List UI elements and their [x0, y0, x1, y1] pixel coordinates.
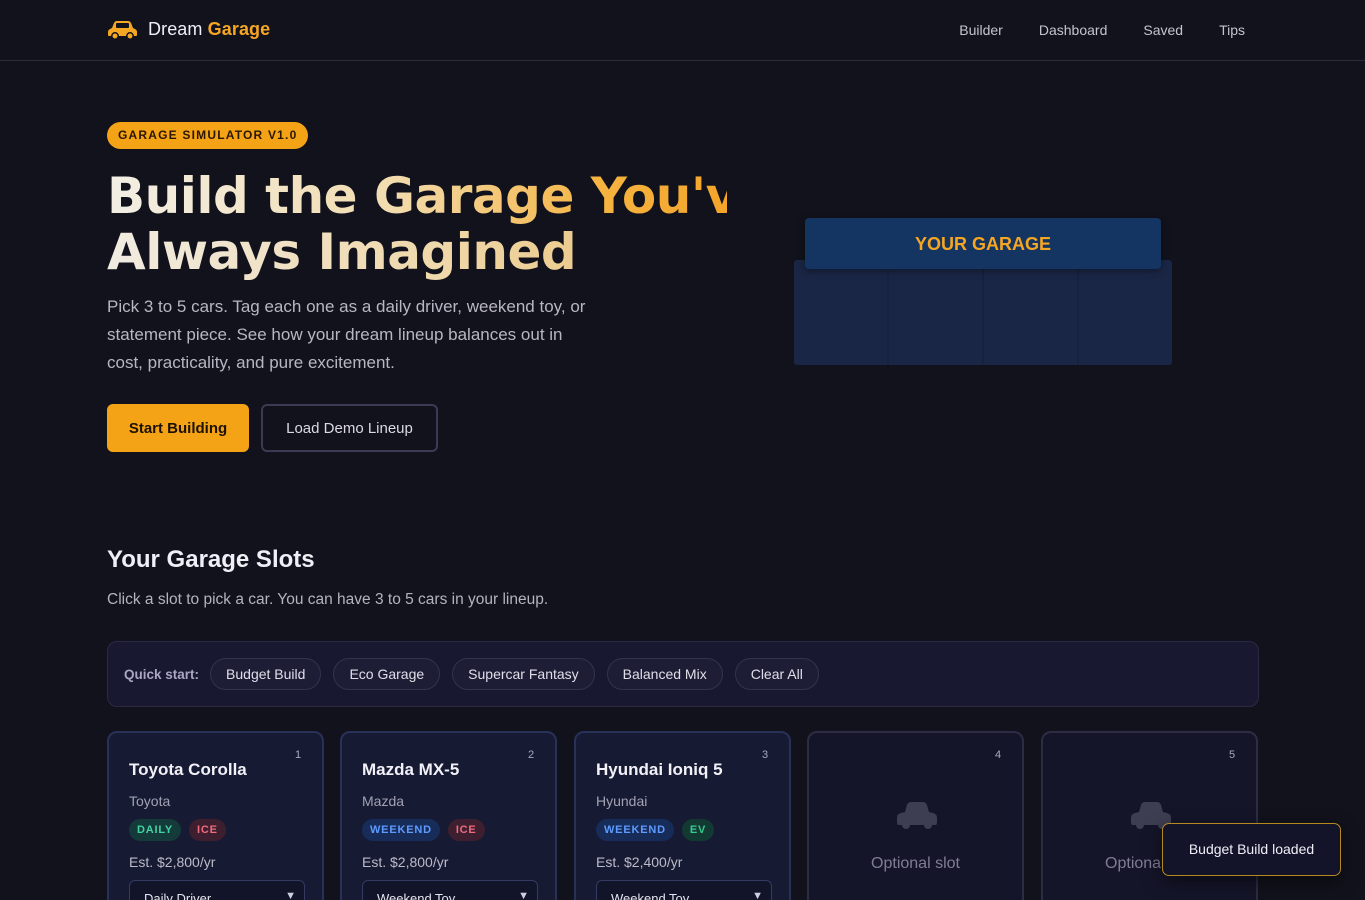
- brand-name: Dream Garage: [148, 19, 270, 40]
- role-select-value: Daily Driver: [144, 891, 212, 900]
- toast-notification: Budget Build loaded: [1162, 823, 1341, 876]
- powertrain-tag: ICE: [189, 819, 226, 841]
- load-demo-lineup-button[interactable]: Load Demo Lineup: [261, 404, 438, 452]
- usage-tag: DAILY: [129, 819, 181, 841]
- hero-title-line-2: Always Imagined: [107, 224, 727, 280]
- car-name: Toyota Corolla: [129, 760, 247, 779]
- car-make: Mazda: [362, 793, 405, 809]
- nav-links: Builder Dashboard Saved Tips: [959, 22, 1245, 38]
- garage-slot-4[interactable]: 4 Optional slot: [807, 731, 1024, 900]
- powertrain-tag: ICE: [447, 819, 485, 841]
- slot-number: 1: [294, 749, 302, 761]
- garage-door: [984, 269, 1079, 365]
- car-cost: Est. $2,800/yr: [129, 854, 216, 870]
- preset-supercar-fantasy[interactable]: Supercar Fantasy: [452, 658, 595, 690]
- brand-name-accent: Garage: [207, 19, 271, 39]
- slot-number: 4: [994, 749, 1002, 761]
- chevron-down-icon: ▼: [518, 890, 529, 900]
- nav-link-builder[interactable]: Builder: [959, 22, 1003, 38]
- car-placeholder-icon: [897, 801, 937, 831]
- preset-balanced-mix[interactable]: Balanced Mix: [606, 658, 723, 690]
- hero-title-line-1: Build the Garage You've: [107, 167, 772, 225]
- hero-description: Pick 3 to 5 cars. Tag each one as a dail…: [107, 297, 586, 372]
- preset-eco-garage[interactable]: Eco Garage: [333, 658, 441, 690]
- chevron-down-icon: ▼: [752, 890, 763, 900]
- garage-slot-3[interactable]: 3 Hyundai Ioniq 5 Hyundai WEEKEND EV Est…: [574, 731, 791, 900]
- quick-start-label: Quick start:: [124, 666, 200, 682]
- garage-sign: YOUR GARAGE: [805, 218, 1161, 269]
- role-select[interactable]: Weekend Toy ▼: [362, 880, 538, 900]
- garage-illustration: [794, 260, 1172, 365]
- car-tags: DAILY ICE: [129, 819, 226, 841]
- section-title: Your Garage Slots: [107, 546, 315, 573]
- car-cost: Est. $2,400/yr: [596, 854, 683, 870]
- car-name: Mazda MX-5: [362, 760, 460, 779]
- garage-door: [889, 269, 984, 365]
- car-make: Toyota: [129, 793, 171, 809]
- nav-link-tips[interactable]: Tips: [1219, 22, 1245, 38]
- car-icon: [108, 20, 137, 40]
- role-select[interactable]: Weekend Toy ▼: [596, 880, 772, 900]
- brand-logo[interactable]: Dream Garage: [108, 19, 270, 40]
- version-badge: GARAGE SIMULATOR V1.0: [107, 122, 309, 149]
- clear-all-button[interactable]: Clear All: [734, 658, 819, 690]
- chevron-down-icon: ▼: [285, 890, 296, 900]
- car-cost: Est. $2,800/yr: [362, 854, 449, 870]
- car-make: Hyundai: [596, 793, 648, 809]
- slot-number: 3: [761, 749, 769, 761]
- car-tags: WEEKEND EV: [596, 819, 715, 841]
- car-tags: WEEKEND ICE: [362, 819, 485, 841]
- preset-budget-build[interactable]: Budget Build: [210, 658, 322, 690]
- slot-number: 5: [1228, 749, 1236, 761]
- section-subtitle: Click a slot to pick a car. You can have…: [107, 591, 549, 608]
- slot-number: 2: [527, 749, 535, 761]
- quick-start-bar: Quick start: Budget Build Eco Garage Sup…: [107, 641, 1259, 707]
- role-select-value: Weekend Toy: [377, 891, 456, 900]
- nav-link-dashboard[interactable]: Dashboard: [1039, 22, 1108, 38]
- empty-slot-label: Optional slot: [871, 855, 960, 872]
- garage-door: [1079, 269, 1172, 365]
- car-name: Hyundai Ioniq 5: [596, 760, 723, 779]
- garage-slot-1[interactable]: 1 Toyota Corolla Toyota DAILY ICE Est. $…: [107, 731, 324, 900]
- usage-tag: WEEKEND: [362, 819, 440, 841]
- top-nav: Dream Garage Builder Dashboard Saved Tip…: [0, 0, 1365, 61]
- garage-slot-2[interactable]: 2 Mazda MX-5 Mazda WEEKEND ICE Est. $2,8…: [340, 731, 557, 900]
- powertrain-tag: EV: [681, 819, 715, 841]
- usage-tag: WEEKEND: [596, 819, 674, 841]
- role-select[interactable]: Daily Driver ▼: [129, 880, 305, 900]
- garage-door: [794, 269, 889, 365]
- nav-link-saved[interactable]: Saved: [1143, 22, 1183, 38]
- hero-title: Build the Garage You've Always Imagined: [107, 167, 772, 280]
- brand-name-prefix: Dream: [148, 19, 203, 39]
- start-building-button[interactable]: Start Building: [107, 404, 249, 452]
- role-select-value: Weekend Toy: [611, 891, 690, 900]
